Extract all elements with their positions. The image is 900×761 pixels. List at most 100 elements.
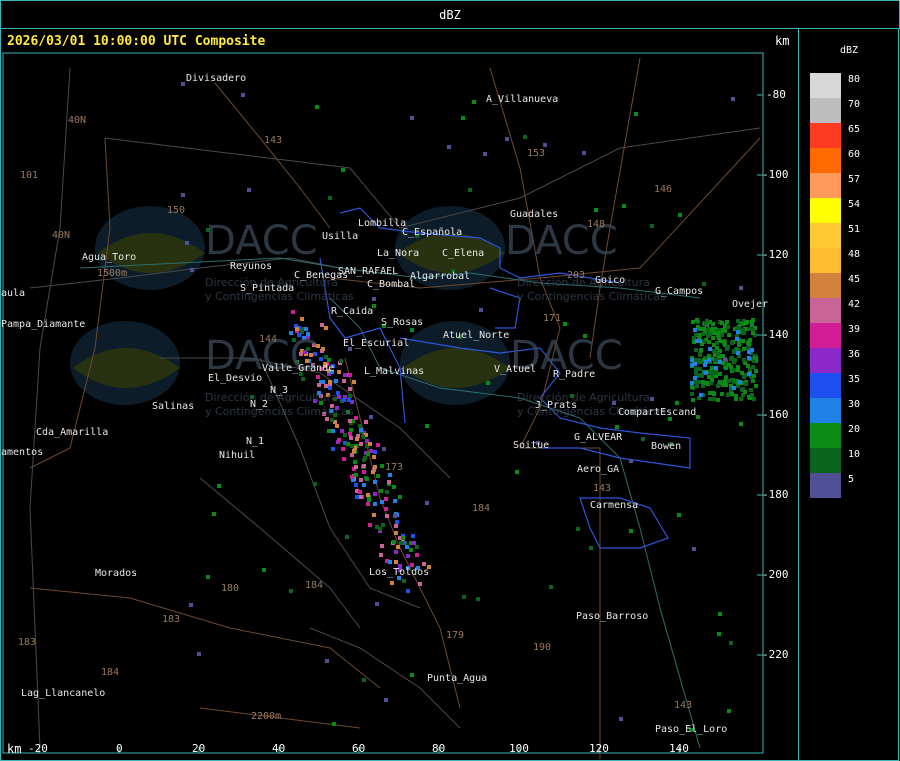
- radar-echo: [217, 484, 221, 488]
- road-label: 184: [472, 503, 491, 514]
- radar-echo: [629, 459, 633, 463]
- place-label: Salinas: [152, 401, 195, 412]
- radar-echo: [726, 393, 730, 397]
- radar-echo: [753, 356, 757, 360]
- radar-echo: [359, 495, 363, 499]
- place-label: Goico: [595, 275, 626, 286]
- radar-echo: [425, 501, 429, 505]
- radar-echo: [372, 513, 376, 517]
- y-tick: -100: [762, 168, 789, 181]
- radar-echo: [692, 547, 696, 551]
- radar-echo: [348, 432, 352, 436]
- radar-echo: [741, 339, 745, 343]
- radar-echo: [747, 356, 751, 360]
- radar-echo: [346, 442, 350, 446]
- place-label: Paso_El_Loro: [655, 724, 728, 735]
- legend-label: 54: [848, 199, 861, 210]
- road-label: 173: [385, 462, 404, 473]
- elevation-label: 2200m: [251, 711, 282, 722]
- radar-echo: [345, 535, 349, 539]
- radar-echo: [715, 341, 719, 345]
- radar-echo: [732, 386, 736, 390]
- radar-echo: [693, 328, 697, 332]
- radar-echo: [348, 419, 352, 423]
- radar-echo: [716, 384, 720, 388]
- radar-echo: [371, 470, 375, 474]
- radar-echo: [714, 358, 718, 362]
- radar-echo: [729, 641, 733, 645]
- radar-echo: [750, 393, 754, 397]
- radar-echo: [399, 541, 403, 545]
- legend-label: 20: [848, 424, 861, 435]
- radar-echo: [706, 334, 710, 338]
- radar-echo: [703, 381, 707, 385]
- radar-echo: [384, 507, 388, 511]
- radar-map[interactable]: [0, 28, 797, 759]
- radar-echo: [262, 568, 266, 572]
- radar-echo: [739, 286, 743, 290]
- radar-echo: [693, 376, 697, 380]
- legend-swatch: [810, 398, 841, 423]
- legend-label: 80: [848, 74, 861, 85]
- radar-echo: [740, 371, 744, 375]
- radar-echo: [342, 457, 346, 461]
- radar-echo: [295, 327, 299, 331]
- legend-swatch: [810, 373, 841, 398]
- radar-echo: [368, 442, 372, 446]
- place-label: A_Villanueva: [486, 94, 559, 105]
- radar-echo: [736, 330, 740, 334]
- place-label: El_Escurial: [343, 338, 410, 349]
- radar-echo: [394, 524, 398, 528]
- radar-echo: [373, 480, 377, 484]
- legend-label: 48: [848, 249, 861, 260]
- road-label: 148: [587, 219, 606, 230]
- radar-echo: [707, 358, 711, 362]
- radar-echo: [390, 581, 394, 585]
- radar-echo: [695, 318, 699, 322]
- place-label: N_1: [246, 436, 265, 447]
- radar-echo: [362, 483, 366, 487]
- radar-echo: [702, 327, 706, 331]
- road-label: 146: [654, 184, 673, 195]
- radar-echo: [359, 442, 363, 446]
- place-label: Carmensa: [590, 500, 639, 511]
- radar-echo: [388, 473, 392, 477]
- radar-echo: [415, 553, 419, 557]
- radar-echo: [372, 297, 376, 301]
- radar-echo: [563, 322, 567, 326]
- legend-swatch: [810, 248, 841, 273]
- radar-echo: [362, 678, 366, 682]
- radar-echo: [373, 465, 377, 469]
- x-tick: 60: [352, 742, 366, 755]
- radar-echo: [739, 397, 743, 401]
- radar-echo: [190, 268, 194, 272]
- radar-echo: [747, 372, 751, 376]
- radar-echo: [398, 495, 402, 499]
- radar-echo: [369, 415, 373, 419]
- place-label: C_Española: [402, 227, 463, 238]
- radar-echo: [342, 379, 346, 383]
- place-label: Algarrobal: [410, 271, 471, 282]
- radar-echo: [340, 429, 344, 433]
- radar-echo: [300, 317, 304, 321]
- radar-echo: [341, 168, 345, 172]
- legend-swatch: [810, 298, 841, 323]
- radar-echo: [735, 326, 739, 330]
- legend-swatch: [810, 173, 841, 198]
- road-label: 143: [264, 135, 283, 146]
- place-label: Usilla: [322, 231, 359, 242]
- place-label: S_Rosas: [381, 317, 424, 328]
- radar-echo: [718, 612, 722, 616]
- timestamp: 2026/03/01 10:00:00 UTC Composite: [7, 34, 266, 49]
- place-label: CompartEscand: [618, 407, 697, 418]
- legend-label: 39: [848, 324, 861, 335]
- radar-echo: [721, 328, 725, 332]
- radar-echo: [515, 470, 519, 474]
- radar-echo: [212, 512, 216, 516]
- road-label: 184: [305, 580, 324, 591]
- radar-echo: [388, 560, 392, 564]
- radar-echo: [751, 379, 755, 383]
- road-label: 183: [18, 637, 37, 648]
- legend-swatch: [810, 448, 841, 473]
- radar-echo: [358, 424, 362, 428]
